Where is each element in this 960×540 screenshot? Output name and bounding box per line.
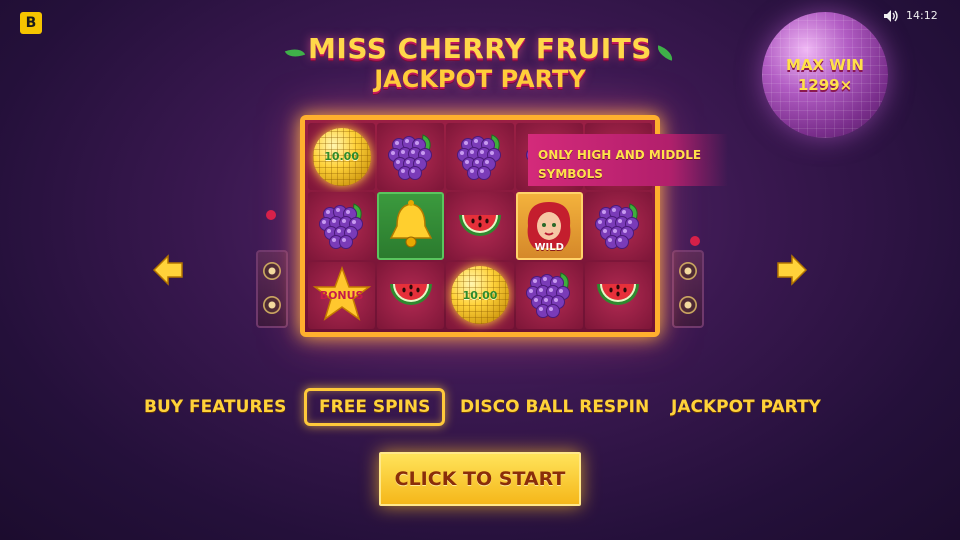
reel-cell-disco-ball: 10.00 bbox=[308, 123, 376, 191]
cherry-icon bbox=[266, 210, 276, 220]
disco-ball-symbol: 10.00 bbox=[450, 266, 509, 325]
reel-cell-watermelon bbox=[446, 192, 514, 260]
left-arrow-icon[interactable] bbox=[150, 252, 186, 288]
right-arrow-icon[interactable] bbox=[774, 252, 810, 288]
clock: 14:12 bbox=[906, 9, 938, 22]
grapes-icon bbox=[385, 129, 437, 185]
speaker-decoration bbox=[672, 250, 704, 328]
max-win-value: 1299× bbox=[797, 76, 853, 94]
reel-cell-grapes bbox=[308, 192, 376, 260]
watermelon-icon bbox=[384, 266, 438, 324]
click-to-start-button[interactable]: CLICK TO START bbox=[379, 452, 581, 506]
title-line1: MISS CHERRY FRUITS bbox=[308, 32, 652, 65]
reel-cell-disco-ball: 10.00 bbox=[446, 261, 514, 329]
reel-cell-watermelon bbox=[377, 261, 445, 329]
reel-cell-grapes bbox=[584, 192, 652, 260]
brand-icon: B bbox=[20, 12, 42, 34]
reel-cell-bonus: BONUS bbox=[308, 261, 376, 329]
feature-tag: ONLY HIGH AND MIDDLE SYMBOLS bbox=[528, 134, 728, 186]
title-line2: JACKPOT PARTY bbox=[374, 65, 586, 93]
watermelon-icon bbox=[591, 266, 645, 324]
feature-nav: BUY FEATURES FREE SPINS DISCO BALL RESPI… bbox=[130, 388, 830, 428]
grapes-icon bbox=[592, 198, 644, 254]
cherry-icon bbox=[690, 236, 700, 246]
wild-label: WILD bbox=[534, 241, 564, 253]
grapes-icon bbox=[316, 198, 368, 254]
nav-free-spins[interactable]: FREE SPINS bbox=[304, 388, 446, 426]
speaker-decoration bbox=[256, 250, 288, 328]
speaker-icon[interactable] bbox=[883, 9, 899, 23]
grapes-icon bbox=[454, 129, 506, 185]
reel-cell-grapes bbox=[515, 261, 583, 329]
reel-cell-watermelon bbox=[584, 261, 652, 329]
reel-cell-grapes bbox=[377, 123, 445, 191]
bell-icon bbox=[383, 196, 439, 256]
disco-ball-symbol: 10.00 bbox=[312, 127, 371, 186]
game-title: MISS CHERRY FRUITS JACKPOT PARTY bbox=[270, 32, 690, 93]
bonus-star-icon: BONUS bbox=[312, 265, 372, 325]
max-win-label: MAX WIN bbox=[785, 56, 864, 74]
feature-tag-text: ONLY HIGH AND MIDDLE SYMBOLS bbox=[538, 148, 702, 181]
nav-jackpot-party[interactable]: JACKPOT PARTY bbox=[671, 388, 821, 426]
disco-ball-value: 10.00 bbox=[462, 288, 498, 302]
bonus-label: BONUS bbox=[319, 289, 364, 303]
nav-buy-features[interactable]: BUY FEATURES bbox=[144, 388, 286, 426]
nav-disco-ball-respin[interactable]: DISCO BALL RESPIN bbox=[460, 388, 649, 426]
reel-cell-wild: WILD bbox=[515, 192, 583, 260]
wild-symbol: WILD bbox=[520, 196, 578, 256]
reel-cell-bell bbox=[377, 192, 445, 260]
reel-cell-grapes bbox=[446, 123, 514, 191]
grapes-icon bbox=[523, 267, 575, 323]
disco-ball-value: 10.00 bbox=[324, 150, 359, 164]
watermelon-icon bbox=[453, 197, 507, 255]
max-win-badge: MAX WIN 1299× bbox=[762, 12, 888, 138]
